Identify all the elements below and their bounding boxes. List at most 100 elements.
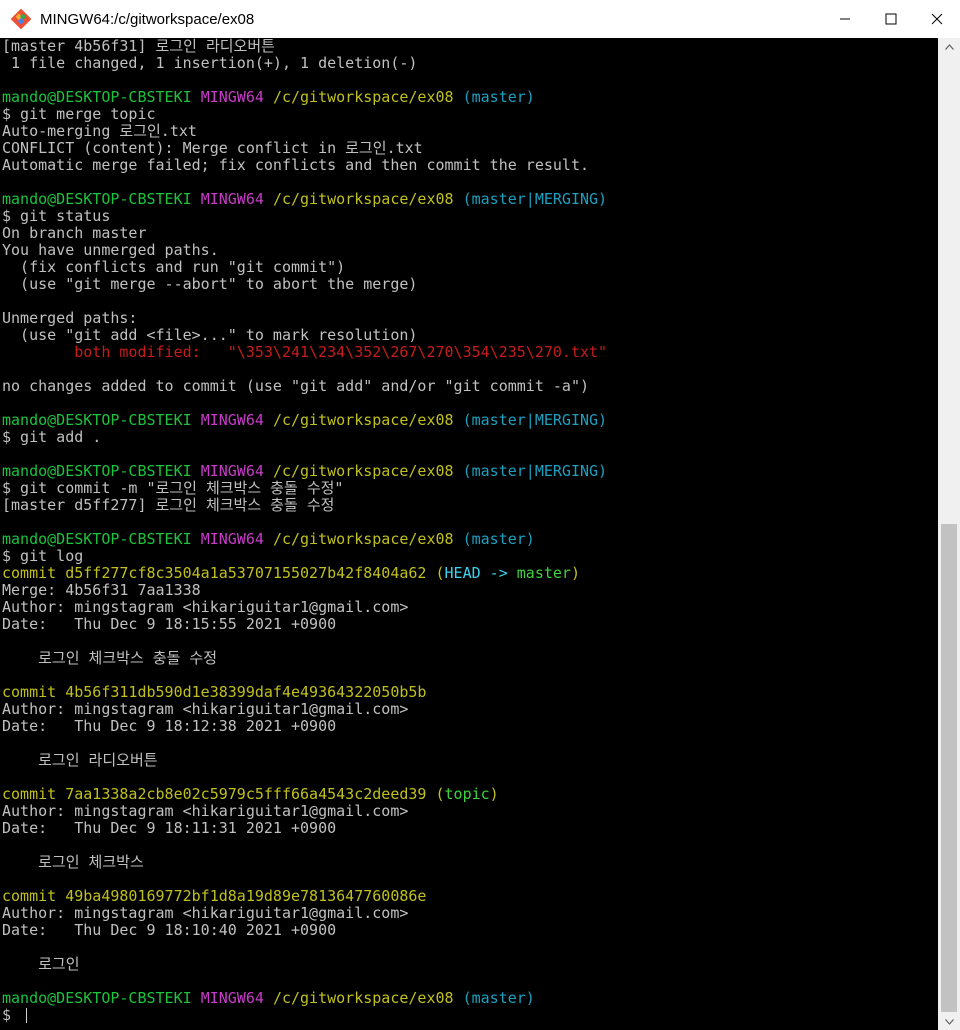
terminal-text: Automatic merge failed; fix conflicts an…	[2, 156, 589, 174]
terminal-line: (fix conflicts and run "git commit")	[2, 259, 938, 276]
terminal-text: Auto-merging 로그인.txt	[2, 122, 197, 140]
terminal-text: 로그인 라디오버튼	[2, 751, 158, 769]
terminal-text: MINGW64	[200, 989, 264, 1007]
terminal-line: $	[2, 1007, 938, 1024]
terminal-line: $ git commit -m "로그인 체크박스 충돌 수정"	[2, 480, 938, 497]
terminal-line: $ git log	[2, 548, 938, 565]
terminal-text: /c/gitworkspace/ex08	[272, 190, 454, 208]
terminal-text: Unmerged paths:	[2, 309, 138, 327]
terminal-text: both modified: "\353\241\234\352\267\270…	[74, 343, 608, 361]
terminal-text: You have unmerged paths.	[2, 241, 219, 259]
terminal-text: commit 49ba4980169772bf1d8a19d89e7813647…	[2, 887, 427, 905]
terminal-text: /c/gitworkspace/ex08	[272, 989, 454, 1007]
close-button[interactable]	[914, 0, 960, 38]
terminal-line: [master 4b56f31] 로그인 라디오버튼	[2, 38, 938, 55]
terminal-text: mando@DESKTOP-CBSTEKI	[2, 88, 192, 106]
text-cursor	[26, 1008, 28, 1023]
terminal-text: mando@DESKTOP-CBSTEKI	[2, 190, 192, 208]
terminal-line: Auto-merging 로그인.txt	[2, 123, 938, 140]
scroll-up-button[interactable]	[938, 38, 960, 55]
terminal-line: Date: Thu Dec 9 18:10:40 2021 +0900	[2, 922, 938, 939]
terminal-line: Date: Thu Dec 9 18:12:38 2021 +0900	[2, 718, 938, 735]
terminal-line: $ git add .	[2, 429, 938, 446]
terminal-text: MINGW64	[200, 530, 264, 548]
terminal-text: Author: mingstagram <hikariguitar1@gmail…	[2, 802, 409, 820]
terminal-text: $ git commit -m "로그인 체크박스 충돌 수정"	[2, 479, 344, 497]
terminal-line: 로그인	[2, 956, 938, 973]
terminal-line: CONFLICT (content): Merge conflict in 로그…	[2, 140, 938, 157]
terminal-line: Unmerged paths:	[2, 310, 938, 327]
terminal-line: Date: Thu Dec 9 18:11:31 2021 +0900	[2, 820, 938, 837]
scrollbar-thumb[interactable]	[941, 524, 957, 1012]
terminal-text: commit d5ff277cf8c3504a1a53707155027b42f…	[2, 564, 427, 582]
terminal-text: MINGW64	[200, 462, 264, 480]
terminal-text: $ git status	[2, 207, 111, 225]
terminal-output[interactable]: [master 4b56f31] 로그인 라디오버튼 1 file change…	[0, 38, 938, 1030]
terminal-text: 로그인 체크박스 충돌 수정	[2, 649, 218, 667]
terminal-line: Merge: 4b56f31 7aa1338	[2, 582, 938, 599]
minimize-button[interactable]	[822, 0, 868, 38]
terminal-text: $	[2, 1006, 21, 1024]
terminal-line: 로그인 라디오버튼	[2, 752, 938, 769]
terminal-text: (	[435, 785, 445, 803]
terminal-text: [master d5ff277] 로그인 체크박스 충돌 수정	[2, 496, 335, 514]
maximize-button[interactable]	[868, 0, 914, 38]
terminal-text: $ git add .	[2, 428, 102, 446]
terminal-line: mando@DESKTOP-CBSTEKI MINGW64 /c/gitwork…	[2, 531, 938, 548]
terminal-text: CONFLICT (content): Merge conflict in 로그…	[2, 139, 423, 157]
terminal-text: Author: mingstagram <hikariguitar1@gmail…	[2, 598, 409, 616]
scroll-down-button[interactable]	[938, 1013, 960, 1030]
terminal-window: MINGW64:/c/gitworkspace/ex08 [master 4b5…	[0, 0, 960, 1030]
terminal-line: Author: mingstagram <hikariguitar1@gmail…	[2, 905, 938, 922]
terminal-text: 로그인	[2, 955, 80, 973]
terminal-text: MINGW64	[200, 411, 264, 429]
terminal-line: commit d5ff277cf8c3504a1a53707155027b42f…	[2, 565, 938, 582]
terminal-text: $ git merge topic	[2, 105, 156, 123]
terminal-line: [master d5ff277] 로그인 체크박스 충돌 수정	[2, 497, 938, 514]
terminal-text: [master 4b56f31] 로그인 라디오버튼	[2, 38, 275, 55]
terminal-text: Date: Thu Dec 9 18:11:31 2021 +0900	[2, 819, 337, 837]
terminal-text: /c/gitworkspace/ex08	[272, 530, 454, 548]
terminal-text: no changes added to commit (use "git add…	[2, 377, 589, 395]
terminal-line: mando@DESKTOP-CBSTEKI MINGW64 /c/gitwork…	[2, 990, 938, 1007]
vertical-scrollbar[interactable]	[938, 38, 960, 1030]
terminal-text: (fix conflicts and run "git commit")	[2, 258, 346, 276]
terminal-text: Date: Thu Dec 9 18:10:40 2021 +0900	[2, 921, 337, 939]
terminal-line: (use "git add <file>..." to mark resolut…	[2, 327, 938, 344]
title-bar[interactable]: MINGW64:/c/gitworkspace/ex08	[0, 0, 960, 38]
terminal-text: On branch master	[2, 224, 147, 242]
terminal-text: master	[516, 564, 571, 582]
chevron-up-icon	[944, 43, 954, 50]
terminal-text: Author: mingstagram <hikariguitar1@gmail…	[2, 904, 409, 922]
terminal-line: commit 7aa1338a2cb8e02c5979c5fff66a4543c…	[2, 786, 938, 803]
terminal-line: commit 49ba4980169772bf1d8a19d89e7813647…	[2, 888, 938, 905]
terminal-line: You have unmerged paths.	[2, 242, 938, 259]
terminal-text: mando@DESKTOP-CBSTEKI	[2, 411, 192, 429]
terminal-text: Author: mingstagram <hikariguitar1@gmail…	[2, 700, 409, 718]
terminal-text: (use "git add <file>..." to mark resolut…	[2, 326, 418, 344]
terminal-text: 1 file changed, 1 insertion(+), 1 deleti…	[2, 54, 418, 72]
git-icon	[10, 8, 32, 30]
terminal-line: On branch master	[2, 225, 938, 242]
terminal-text: (	[435, 564, 445, 582]
minimize-icon	[840, 18, 850, 20]
